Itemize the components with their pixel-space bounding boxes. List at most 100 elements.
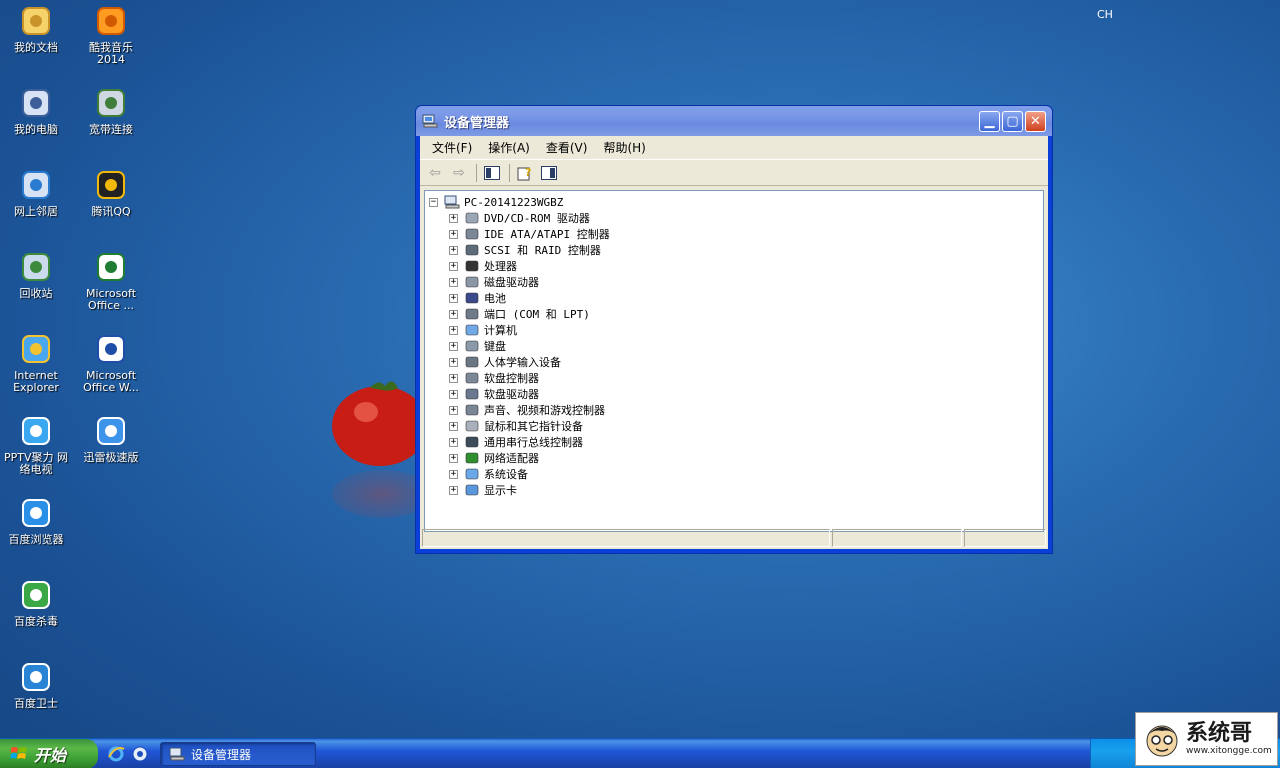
desktop-icon[interactable]: 我的电脑 xyxy=(0,86,72,136)
desktop-icon[interactable]: 网上邻居 xyxy=(0,168,72,218)
desktop-icon-label-line2: Office W... xyxy=(83,381,139,394)
desktop-icon-label: 我的电脑 xyxy=(14,123,58,136)
taskbar-device-manager[interactable]: 设备管理器 xyxy=(160,742,316,766)
tree-item[interactable]: + 电池 xyxy=(429,290,1043,306)
quick-launch-ie[interactable] xyxy=(106,744,126,764)
desktop-icon[interactable]: 迅雷极速版 xyxy=(75,414,147,464)
expand-toggle[interactable]: + xyxy=(449,453,458,463)
expand-toggle[interactable]: + xyxy=(449,261,458,271)
expand-toggle[interactable]: + xyxy=(449,229,458,239)
menu-file[interactable]: 文件(F) xyxy=(424,139,480,156)
properties-help-icon: ? xyxy=(517,166,531,180)
tree-item-label: 处理器 xyxy=(484,260,517,273)
tree-item[interactable]: + SCSI 和 RAID 控制器 xyxy=(429,242,1043,258)
tree-item[interactable]: + 人体学输入设备 xyxy=(429,354,1043,370)
port-icon xyxy=(464,307,480,321)
baidu-antivirus-icon xyxy=(22,581,50,609)
tree-item[interactable]: + 软盘控制器 xyxy=(429,370,1043,386)
tree-item[interactable]: + 通用串行总线控制器 xyxy=(429,434,1043,450)
desktop-icon[interactable]: Microsoft Office ... xyxy=(75,250,147,312)
status-bar xyxy=(420,527,1048,549)
tree-item[interactable]: + DVD/CD-ROM 驱动器 xyxy=(429,210,1043,226)
toolbar-separator xyxy=(476,163,477,182)
tree-item[interactable]: + 显示卡 xyxy=(429,482,1043,498)
tree-item-label: 网络适配器 xyxy=(484,452,539,465)
menu-view[interactable]: 查看(V) xyxy=(538,139,596,156)
my-computer-icon xyxy=(22,89,50,117)
desktop-icon[interactable]: 酷我音乐 2014 xyxy=(75,4,147,66)
expand-toggle[interactable]: + xyxy=(449,309,458,319)
tree-item-label: 磁盘驱动器 xyxy=(484,276,539,289)
language-indicator[interactable]: CH xyxy=(1097,8,1113,21)
forward-button[interactable]: ⇨ xyxy=(448,162,470,184)
status-cell xyxy=(964,529,1046,547)
sound-icon xyxy=(464,403,480,417)
quick-launch xyxy=(106,744,150,764)
expand-toggle[interactable]: + xyxy=(449,325,458,335)
baidu-guard-icon xyxy=(22,663,50,691)
tree-item[interactable]: + IDE ATA/ATAPI 控制器 xyxy=(429,226,1043,242)
forward-arrow-icon: ⇨ xyxy=(453,164,465,181)
maximize-button[interactable]: ▢ xyxy=(1002,110,1023,132)
desktop-icon-label-line2: Explorer xyxy=(13,381,59,394)
show-hide-action-pane-button[interactable] xyxy=(538,162,560,184)
desktop-icon-label: 腾讯QQ xyxy=(91,205,131,218)
desktop-icon[interactable]: PPTV聚力 网络电视 xyxy=(0,414,72,476)
device-manager-window[interactable]: 设备管理器 ▁ ▢ ✕ 文件(F) 操作(A) 查看(V) 帮助(H) ⇦ ⇨ … xyxy=(415,105,1053,554)
expand-toggle[interactable]: + xyxy=(449,421,458,431)
pptv-icon xyxy=(22,417,50,445)
expand-toggle[interactable]: + xyxy=(449,485,458,495)
desktop-icon[interactable]: Microsoft Office W... xyxy=(75,332,147,394)
tree-item[interactable]: + 鼠标和其它指针设备 xyxy=(429,418,1043,434)
desktop-icon-label: 百度卫士 xyxy=(14,697,58,710)
brand-url: www.xitongge.com xyxy=(1186,746,1272,756)
word-icon xyxy=(97,335,125,363)
quick-launch-show-desktop[interactable] xyxy=(130,744,150,764)
device-manager-icon xyxy=(422,114,438,128)
menu-bar: 文件(F) 操作(A) 查看(V) 帮助(H) xyxy=(420,136,1048,160)
expand-toggle[interactable]: + xyxy=(449,469,458,479)
tree-item[interactable]: + 端口 (COM 和 LPT) xyxy=(429,306,1043,322)
desktop-icon[interactable]: Internet Explorer xyxy=(0,332,72,394)
close-button[interactable]: ✕ xyxy=(1025,110,1046,132)
expand-toggle[interactable]: + xyxy=(449,293,458,303)
desktop-icon[interactable]: 百度卫士 xyxy=(0,660,72,710)
tree-item[interactable]: + 软盘驱动器 xyxy=(429,386,1043,402)
desktop-icon[interactable]: 腾讯QQ xyxy=(75,168,147,218)
expand-toggle[interactable]: + xyxy=(449,389,458,399)
expand-toggle[interactable]: + xyxy=(449,357,458,367)
system-device-icon xyxy=(464,467,480,481)
collapse-toggle[interactable]: − xyxy=(429,197,438,207)
desktop-icon[interactable]: 回收站 xyxy=(0,250,72,300)
expand-toggle[interactable]: + xyxy=(449,277,458,287)
recycle-bin-icon xyxy=(22,253,50,281)
svg-text:?: ? xyxy=(525,166,531,179)
expand-toggle[interactable]: + xyxy=(449,405,458,415)
start-button[interactable]: 开始 xyxy=(0,739,98,768)
expand-toggle[interactable]: + xyxy=(449,373,458,383)
tree-root[interactable]: − PC-20141223WGBZ xyxy=(429,194,1043,210)
minimize-button[interactable]: ▁ xyxy=(979,110,1000,132)
menu-help[interactable]: 帮助(H) xyxy=(595,139,653,156)
expand-toggle[interactable]: + xyxy=(449,341,458,351)
tree-item[interactable]: + 计算机 xyxy=(429,322,1043,338)
desktop-icon[interactable]: 我的文档 xyxy=(0,4,72,54)
tree-item[interactable]: + 网络适配器 xyxy=(429,450,1043,466)
tree-item[interactable]: + 处理器 xyxy=(429,258,1043,274)
window-titlebar[interactable]: 设备管理器 ▁ ▢ ✕ xyxy=(416,106,1052,136)
show-hide-console-tree-button[interactable] xyxy=(481,162,503,184)
expand-toggle[interactable]: + xyxy=(449,437,458,447)
network-places-icon xyxy=(22,171,50,199)
desktop-icon[interactable]: 宽带连接 xyxy=(75,86,147,136)
desktop-icon[interactable]: 百度杀毒 xyxy=(0,578,72,628)
expand-toggle[interactable]: + xyxy=(449,213,458,223)
desktop-icon[interactable]: 百度浏览器 xyxy=(0,496,72,546)
menu-action[interactable]: 操作(A) xyxy=(480,139,538,156)
tree-item[interactable]: + 声音、视频和游戏控制器 xyxy=(429,402,1043,418)
tree-item[interactable]: + 磁盘驱动器 xyxy=(429,274,1043,290)
tree-item[interactable]: + 系统设备 xyxy=(429,466,1043,482)
expand-toggle[interactable]: + xyxy=(449,245,458,255)
back-button[interactable]: ⇦ xyxy=(424,162,446,184)
properties-button[interactable]: ? xyxy=(514,162,536,184)
tree-item[interactable]: + 键盘 xyxy=(429,338,1043,354)
